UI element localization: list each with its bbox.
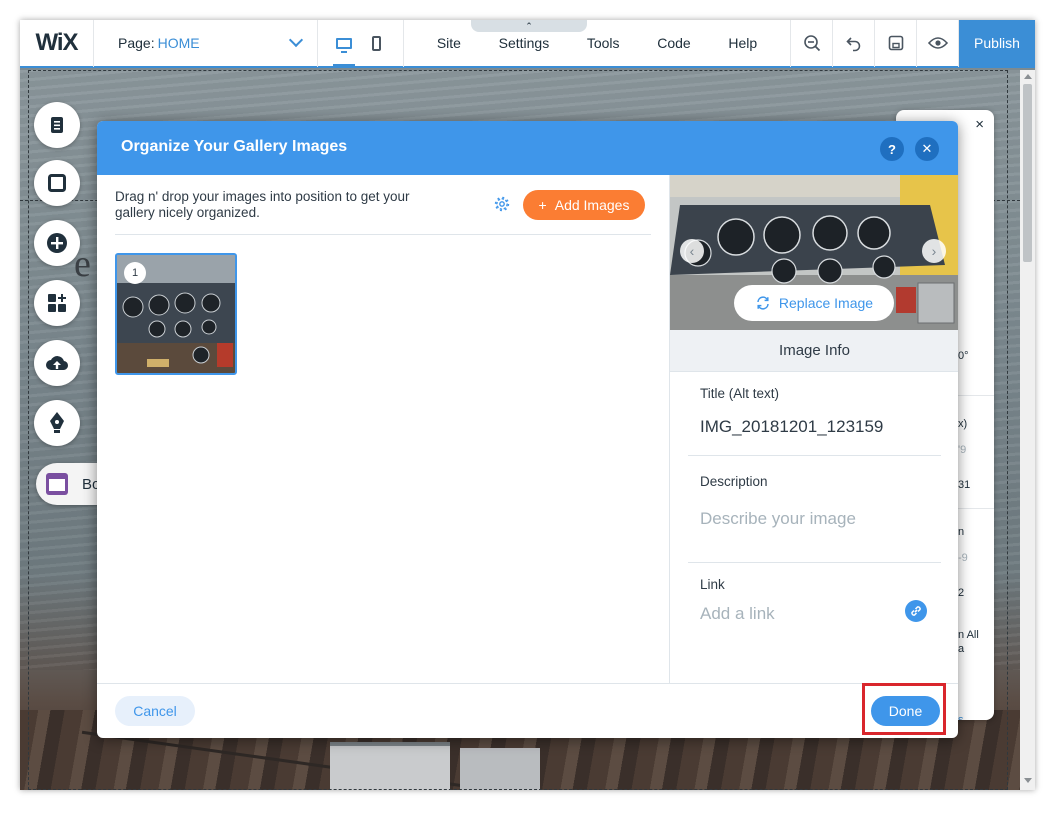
undo-icon: [845, 37, 860, 52]
inspector-text: n All: [958, 629, 979, 641]
link-input[interactable]: Add a link: [700, 604, 775, 624]
next-image-button[interactable]: ›: [922, 239, 946, 263]
calendar-icon: [46, 473, 68, 495]
apps-icon: [48, 294, 66, 312]
gallery-settings-button[interactable]: [493, 195, 511, 218]
gear-icon: [494, 196, 510, 212]
link-button[interactable]: [905, 600, 927, 622]
desktop-icon: [336, 37, 353, 53]
images-organizer-pane: Drag n' drop your images into position t…: [97, 175, 669, 683]
canvas-scrollbar[interactable]: [1020, 70, 1035, 790]
menu-site[interactable]: Site: [437, 35, 461, 51]
inspector-text: 31: [958, 479, 971, 491]
inspector-text: a: [958, 643, 965, 655]
inspector-text: s: [958, 714, 964, 720]
pages-icon: [51, 117, 63, 133]
add-icon: [47, 233, 67, 253]
menu-settings[interactable]: Settings: [499, 35, 550, 51]
menu-help[interactable]: Help: [728, 35, 757, 51]
organize-gallery-dialog: Organize Your Gallery Images ? ✕ Drag n'…: [97, 121, 958, 738]
dialog-footer: Cancel Done: [97, 683, 958, 738]
page-selector-label: Page:: [118, 35, 155, 51]
inspector-text: 2: [958, 587, 965, 599]
cancel-button[interactable]: Cancel: [115, 696, 195, 726]
image-details-pane: ‹ › Replace Image Image Info Title (Alt …: [669, 175, 958, 683]
done-button-highlight: [862, 683, 946, 735]
add-apps-button[interactable]: [34, 280, 80, 326]
publish-button[interactable]: Publish: [959, 20, 1035, 67]
inspector-text: 0°: [958, 350, 969, 362]
divider: [688, 562, 941, 563]
divider: [688, 455, 941, 456]
instructions-text: Drag n' drop your images into position t…: [115, 189, 410, 220]
link-icon: [911, 606, 921, 616]
pages-menu-button[interactable]: [34, 102, 80, 148]
description-input[interactable]: Describe your image: [700, 509, 856, 529]
background-button[interactable]: [34, 160, 80, 206]
thumbnail-order-badge: 1: [124, 262, 146, 284]
save-button[interactable]: [875, 20, 917, 67]
zoom-out-icon: [803, 35, 820, 52]
mobile-view-button[interactable]: [366, 20, 388, 67]
scrollbar-thumb[interactable]: [1023, 84, 1032, 262]
main-menu: Site Settings Tools Code Help: [404, 20, 791, 67]
page-selector[interactable]: Page: HOME: [94, 20, 318, 67]
save-icon: [888, 35, 903, 51]
description-label: Description: [700, 474, 768, 489]
upload-button[interactable]: [34, 340, 80, 386]
replace-icon: [757, 296, 769, 310]
scroll-up-icon[interactable]: [1024, 74, 1032, 79]
pen-icon: [50, 412, 64, 433]
device-switcher: [318, 20, 404, 67]
link-label: Link: [700, 577, 725, 592]
inspector-text: '9: [958, 444, 967, 456]
eye-icon: [927, 37, 948, 49]
previous-image-button[interactable]: ‹: [680, 239, 704, 263]
editor-window: e Bo × 0° x) '9 31 n -9 2 n All a s WiX …: [20, 20, 1035, 790]
cloud-upload-icon: [46, 356, 69, 371]
title-label: Title (Alt text): [700, 386, 780, 401]
divider: [115, 234, 651, 235]
inspector-text: n: [958, 526, 965, 538]
plus-icon: +: [538, 197, 547, 213]
add-button[interactable]: [34, 220, 80, 266]
mobile-icon: [372, 35, 382, 51]
add-images-button[interactable]: + Add Images: [523, 190, 645, 220]
dialog-title: Organize Your Gallery Images: [121, 138, 348, 155]
zoom-out-button[interactable]: [791, 20, 833, 67]
title-input[interactable]: IMG_20181201_123159: [700, 417, 883, 437]
menu-tools[interactable]: Tools: [587, 35, 620, 51]
replace-image-button[interactable]: Replace Image: [734, 285, 894, 321]
image-preview: ‹ › Replace Image: [670, 175, 958, 330]
desktop-view-button[interactable]: [333, 20, 356, 67]
dialog-header: Organize Your Gallery Images ? ✕: [97, 121, 958, 175]
help-button[interactable]: ?: [880, 137, 904, 161]
image-info-header: Image Info: [670, 330, 958, 372]
preview-button[interactable]: [917, 20, 959, 67]
undo-button[interactable]: [833, 20, 875, 67]
topbar-collapse-tab[interactable]: ⌃: [471, 20, 587, 32]
scroll-down-icon[interactable]: [1024, 778, 1032, 783]
inspector-text: x): [958, 418, 968, 430]
chevron-down-icon: [288, 32, 304, 48]
inspector-close-icon[interactable]: ×: [975, 116, 984, 133]
blog-button[interactable]: [34, 400, 80, 446]
inspector-text: -9: [958, 552, 968, 564]
background-icon: [48, 174, 66, 192]
close-button[interactable]: ✕: [915, 137, 939, 161]
replace-image-label: Replace Image: [778, 295, 874, 311]
wix-logo[interactable]: WiX: [20, 20, 94, 67]
gallery-thumbnail[interactable]: 1: [115, 253, 237, 375]
menu-code[interactable]: Code: [657, 35, 690, 51]
page-selector-value: HOME: [157, 35, 200, 51]
add-images-label: Add Images: [554, 197, 630, 213]
